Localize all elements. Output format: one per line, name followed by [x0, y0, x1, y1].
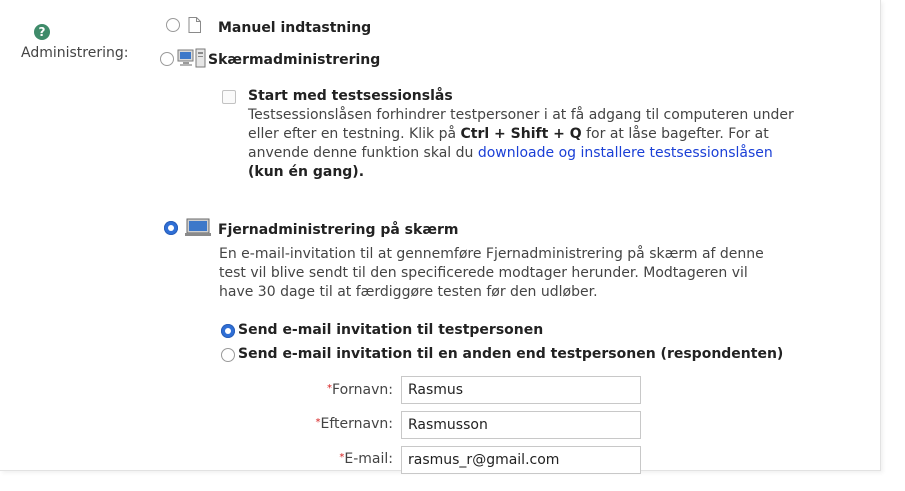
remote-desc-line: En e-mail-invitation til at gennemføre F… [219, 246, 764, 262]
remote-admin-description: En e-mail-invitation til at gennemføre F… [219, 245, 879, 302]
firstname-label-text: Fornavn: [332, 382, 393, 398]
firstname-field[interactable]: Rasmus [401, 376, 641, 404]
help-icon[interactable]: ? [34, 24, 50, 40]
document-icon [188, 17, 201, 33]
required-mark: * [327, 383, 333, 394]
monitor-icon [185, 218, 211, 238]
session-lock-desc-line: (kun én gang). [248, 163, 888, 182]
session-lock-description: Testsessionslåsen forhindrer testpersone… [248, 106, 888, 182]
screen-admin-radio[interactable] [160, 52, 174, 66]
required-mark: * [339, 452, 345, 463]
email-label-text: E-mail: [344, 451, 393, 467]
desc-text: anvende denne funktion skal du [248, 145, 478, 161]
required-mark: * [315, 417, 321, 428]
session-lock-desc-line: eller efter en testning. Klik på Ctrl + … [248, 125, 888, 144]
administration-label: Administrering: [21, 45, 129, 61]
manual-entry-radio[interactable] [166, 18, 180, 32]
send-to-other-radio[interactable] [221, 348, 235, 362]
once-only-note: (kun én gang). [248, 164, 365, 180]
download-session-lock-link[interactable]: downloade og installere testsessionslåse… [478, 145, 773, 161]
lastname-label: *Efternavn: [303, 416, 393, 432]
session-lock-desc-line: anvende denne funktion skal du downloade… [248, 144, 888, 163]
remote-admin-radio[interactable] [164, 221, 178, 235]
send-to-testperson-radio[interactable] [221, 324, 235, 338]
session-lock-title: Start med testsessionslås [248, 88, 453, 104]
computer-icon [177, 47, 207, 69]
screen-admin-label: Skærmadministrering [208, 52, 381, 68]
shortcut-keys: Ctrl + Shift + Q [460, 126, 582, 142]
remote-desc-line: have 30 dage til at færdiggøre testen fø… [219, 284, 598, 300]
lastname-label-text: Efternavn: [320, 416, 393, 432]
manual-entry-label: Manuel indtastning [218, 20, 372, 36]
send-to-other-label: Send e-mail invitation til en anden end … [238, 346, 784, 362]
send-to-testperson-label: Send e-mail invitation til testpersonen [238, 322, 544, 338]
administration-panel: ? Administrering: Manuel indtastning Skæ… [0, 0, 881, 474]
desc-text: for at låse bagefter. For at [581, 126, 769, 142]
desc-text: eller efter en testning. Klik på [248, 126, 461, 142]
remote-desc-line: test vil blive sendt til den specificere… [219, 265, 748, 281]
session-lock-checkbox[interactable] [222, 90, 236, 104]
remote-admin-label: Fjernadministrering på skærm [218, 222, 459, 238]
email-field[interactable]: rasmus_r@gmail.com [401, 446, 641, 474]
lastname-field[interactable]: Rasmusson [401, 411, 641, 439]
session-lock-desc-line: Testsessionslåsen forhindrer testpersone… [248, 107, 794, 123]
firstname-label: *Fornavn: [303, 382, 393, 398]
email-label: *E-mail: [303, 451, 393, 467]
